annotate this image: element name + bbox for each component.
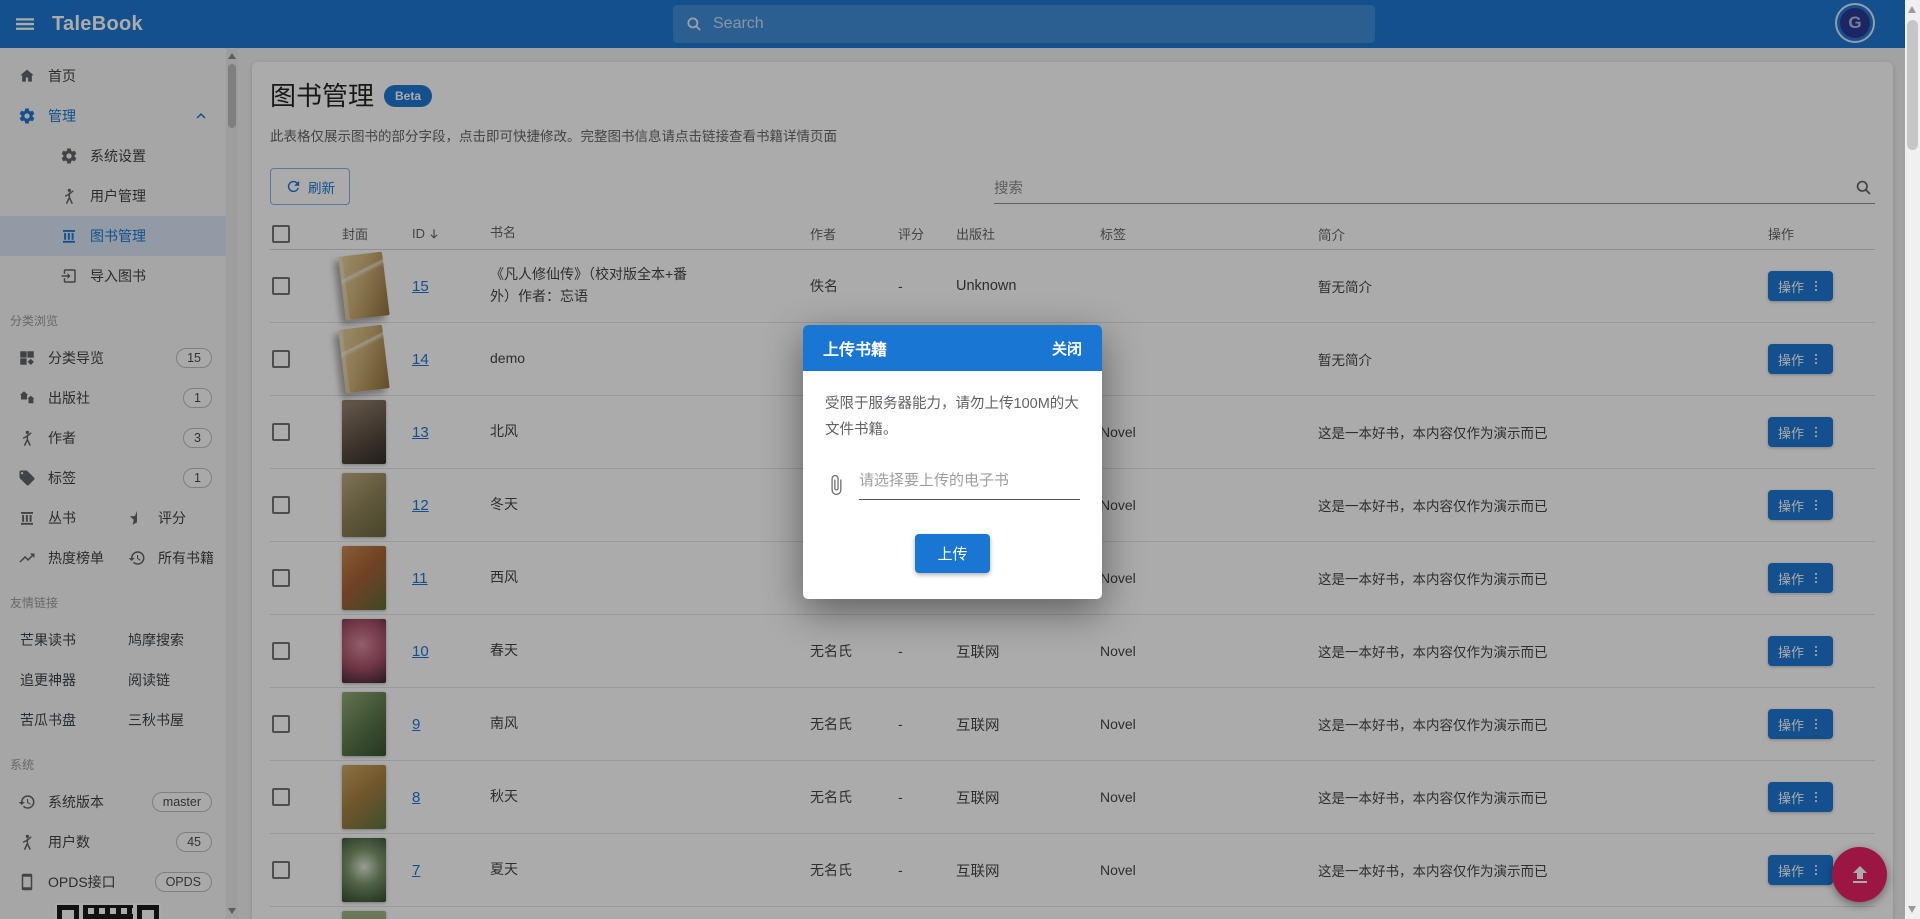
- paperclip-icon: [825, 474, 847, 496]
- upload-warning-text: 受限于服务器能力，请勿上传100M的大文件书籍。: [825, 396, 1079, 439]
- upload-button[interactable]: 上传: [915, 534, 990, 574]
- modal-title: 上传书籍: [823, 342, 888, 359]
- scroll-down-arrow[interactable]: [1908, 906, 1916, 913]
- modal-close-button[interactable]: 关闭: [1052, 338, 1082, 359]
- file-input[interactable]: 请选择要上传的电子书: [859, 469, 1080, 501]
- upload-modal: 上传书籍 关闭 受限于服务器能力，请勿上传100M的大文件书籍。 请选择要上传的…: [803, 325, 1102, 600]
- modal-header: 上传书籍 关闭: [803, 325, 1102, 371]
- scroll-up-arrow[interactable]: [1908, 6, 1916, 13]
- app-window: TaleBook G 首页管理系统设置用户管理图书管理导入图书分类浏览分类导览1…: [0, 0, 1920, 919]
- main-scroll-thumb[interactable]: [1907, 20, 1918, 150]
- file-input-placeholder: 请选择要上传的电子书: [859, 472, 1010, 490]
- file-picker-row: 请选择要上传的电子书: [825, 469, 1080, 501]
- main-scrollbar[interactable]: [1905, 0, 1920, 919]
- modal-body: 受限于服务器能力，请勿上传100M的大文件书籍。 请选择要上传的电子书 上传: [803, 371, 1102, 599]
